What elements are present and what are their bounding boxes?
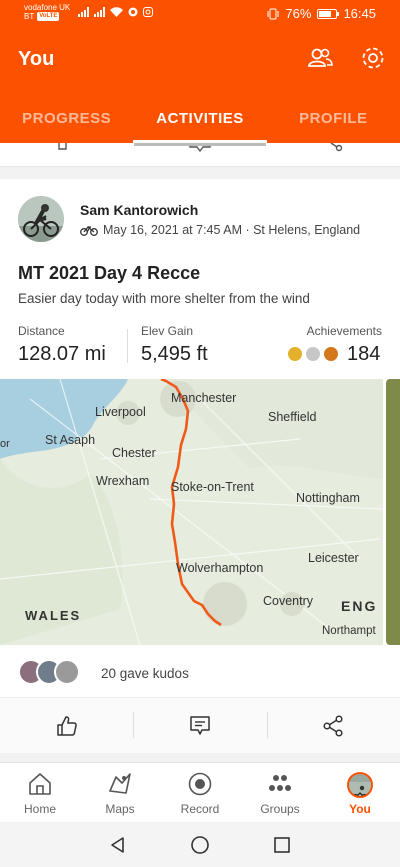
instagram-icon: [143, 7, 153, 17]
map-label-wales: WALES: [25, 608, 82, 623]
map-label-stoke: Stoke-on-Trent: [171, 480, 254, 494]
share-icon: [323, 714, 343, 737]
athlete-name[interactable]: Sam Kantorowich: [80, 202, 198, 218]
map-label-sheffield: Sheffield: [268, 410, 317, 424]
record-icon: [188, 772, 212, 796]
give-kudos-button[interactable]: [0, 698, 133, 753]
bike-icon: [80, 226, 98, 236]
tab-profile[interactable]: PROFILE: [267, 100, 400, 143]
profile-tabs: PROGRESS ACTIVITIES PROFILE: [0, 100, 400, 143]
map-label-partial: or: [0, 438, 10, 450]
activity-card[interactable]: Sam Kantorowich May 16, 2021 at 7:45 AM …: [0, 179, 400, 753]
status-bar: vodafone UK BT VoLTE 76% 16:45: [0, 0, 400, 28]
profile-avatar: [347, 772, 373, 798]
scroll-indicator: [134, 143, 266, 146]
nav-home[interactable]: Home: [0, 763, 80, 822]
find-friends-icon[interactable]: [306, 44, 334, 72]
tab-activities[interactable]: ACTIVITIES: [133, 100, 267, 143]
kudos-count[interactable]: 20 gave kudos: [101, 666, 189, 681]
activity-actions: [0, 697, 400, 753]
route-map[interactable]: Manchester Liverpool Sheffield St Asaph …: [0, 379, 383, 645]
share-icon[interactable]: [328, 143, 344, 153]
map-label-wrexham: Wrexham: [96, 474, 150, 488]
distance-label: Distance: [18, 324, 65, 338]
nav-groups[interactable]: Groups: [240, 763, 320, 822]
previous-card-actions: [0, 143, 400, 167]
wifi-icon: [110, 7, 123, 17]
activity-title[interactable]: MT 2021 Day 4 Recce: [18, 263, 200, 284]
nav-label-maps: Maps: [105, 802, 135, 816]
nav-label-groups: Groups: [260, 802, 300, 816]
gold-medal-icon: [288, 347, 302, 361]
groups-icon: [269, 775, 291, 791]
achievements-label: Achievements: [306, 324, 382, 338]
map-label-coventry: Coventry: [263, 594, 314, 608]
comment-button[interactable]: [133, 698, 266, 753]
elev-gain-label: Elev Gain: [141, 324, 194, 338]
volte-badge: VoLTE: [37, 12, 60, 21]
carrier-secondary: BT: [24, 12, 35, 21]
nav-record[interactable]: Record: [160, 763, 240, 822]
map-icon: [109, 773, 131, 794]
achievements-value: 184: [347, 343, 381, 365]
thumbs-up-icon: [56, 715, 77, 736]
map-label-leicester: Leicester: [308, 551, 359, 565]
vibrate-icon: [267, 8, 279, 19]
home-icon: [29, 773, 51, 795]
tab-progress[interactable]: PROGRESS: [0, 100, 133, 143]
back-icon[interactable]: [108, 835, 128, 855]
clock: 16:45: [343, 6, 376, 21]
system-navigation-bar: [0, 822, 400, 867]
page-title: You: [18, 48, 55, 70]
recents-icon[interactable]: [272, 835, 292, 855]
map-label-liverpool: Liverpool: [95, 405, 146, 419]
bottom-navigation: Home Maps Record Groups You: [0, 762, 400, 822]
map-label-nottingham: Nottingham: [296, 491, 360, 505]
carrier-primary: vodafone UK: [24, 3, 71, 12]
achievement-medals: [288, 347, 338, 361]
comment-icon: [190, 715, 210, 735]
stat-divider: [127, 329, 128, 363]
settings-gear-icon[interactable]: [359, 44, 387, 72]
map-label-st-asaph: St Asaph: [45, 433, 96, 447]
nav-you[interactable]: You: [320, 763, 400, 822]
map-label-northampton: Northampt: [322, 625, 376, 637]
map-label-chester: Chester: [112, 446, 156, 460]
share-button[interactable]: [266, 698, 400, 753]
map-background: [0, 379, 383, 645]
activity-date-location: May 16, 2021 at 7:45 AM · St Helens, Eng…: [103, 223, 361, 237]
home-circle-icon[interactable]: [190, 835, 210, 855]
battery-icon: [317, 8, 340, 19]
activity-description: Easier day today with more shelter from …: [18, 291, 310, 306]
map-label-wolverhampton: Wolverhampton: [176, 561, 264, 575]
distance-value: 128.07 mi: [18, 343, 106, 365]
nav-label-record: Record: [180, 802, 220, 816]
carrier-info: vodafone UK BT VoLTE: [24, 3, 70, 21]
kudos-avatar: [54, 659, 80, 685]
notification-icon: [128, 7, 138, 17]
bronze-medal-icon: [324, 347, 338, 361]
kudos-avatars[interactable]: [18, 659, 80, 685]
signal-icon: [78, 7, 89, 17]
map-label-manchester: Manchester: [171, 391, 237, 405]
kudos-icon[interactable]: [56, 143, 78, 153]
map-label-england: ENG: [341, 598, 378, 614]
signal-icon-2: [94, 7, 105, 17]
nav-label-you: You: [349, 802, 371, 816]
athlete-avatar[interactable]: [18, 196, 64, 242]
silver-medal-icon: [306, 347, 320, 361]
elev-gain-value: 5,495 ft: [141, 343, 208, 365]
next-photo-preview[interactable]: [386, 379, 400, 645]
nav-label-home: Home: [23, 802, 56, 816]
activity-meta: May 16, 2021 at 7:45 AM · St Helens, Eng…: [80, 223, 360, 237]
nav-maps[interactable]: Maps: [80, 763, 160, 822]
battery-percent: 76%: [285, 6, 312, 21]
app-header: You PROGRESS ACTIVITIES PROFILE: [0, 28, 400, 143]
